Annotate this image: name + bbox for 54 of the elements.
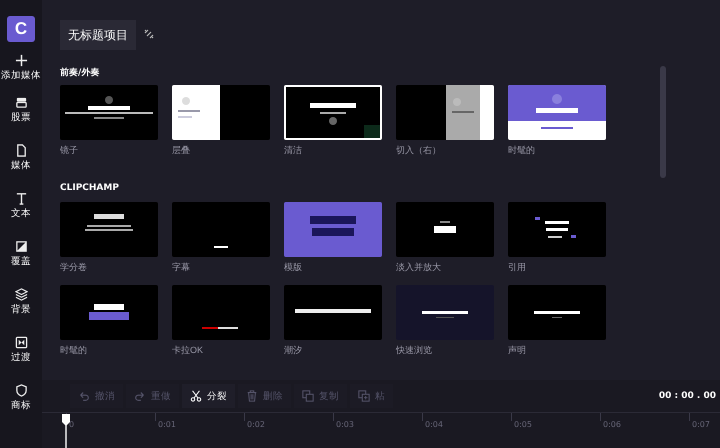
template-label: 清洁 <box>284 144 303 157</box>
plus-icon <box>14 54 28 67</box>
overlay-icon <box>14 240 28 253</box>
template-label: 字幕 <box>172 261 191 274</box>
time-display: 00 : 00 . 00 <box>658 391 717 401</box>
time-tick: 0:01 <box>158 420 176 429</box>
time-tick: 0:02 <box>247 420 265 429</box>
template-label: 切入（右） <box>396 144 442 157</box>
template-label: 层叠 <box>172 144 191 157</box>
copy-icon <box>302 390 314 402</box>
sidebar-item[interactable]: 文本 <box>11 192 31 220</box>
template-label: 卡拉OK <box>172 344 204 357</box>
trash-icon <box>246 390 258 402</box>
redo-icon <box>134 390 146 402</box>
project-title[interactable]: 无标题项目 <box>60 20 136 50</box>
template-label: 学分卷 <box>60 261 88 274</box>
playhead[interactable] <box>61 413 71 448</box>
sidebar-item[interactable]: 媒体 <box>11 144 31 172</box>
template-label: 模版 <box>284 261 303 274</box>
sidebar-item[interactable]: 股票 <box>11 96 31 124</box>
time-tick: 0:05 <box>514 420 532 429</box>
transition-icon <box>14 336 28 349</box>
sidebar-item[interactable]: 商标 <box>11 384 31 412</box>
time-tick: 0:06 <box>603 420 621 429</box>
time-tick: 0:04 <box>425 420 443 429</box>
section-heading: 前奏/外奏 <box>60 66 100 78</box>
template-label: 淡入并放大 <box>396 261 442 274</box>
scissors-icon <box>190 390 202 402</box>
template-label: 镜子 <box>60 144 79 157</box>
sidebar-item[interactable]: 背景 <box>11 288 31 316</box>
layers-icon <box>14 288 28 301</box>
time-tick: 0:07 <box>692 420 710 429</box>
time-tick: 0:03 <box>336 420 354 429</box>
file-icon <box>14 144 28 157</box>
sidebar-item[interactable]: 过渡 <box>11 336 31 364</box>
sidebar-item[interactable]: 覆盖 <box>11 240 31 268</box>
template-label: 声明 <box>508 344 527 357</box>
undo-icon <box>78 390 90 402</box>
section-heading: CLIPCHAMP <box>60 183 120 195</box>
time-tick: 0 <box>69 420 74 429</box>
app-logo[interactable]: C <box>7 16 35 42</box>
scrollbar[interactable] <box>660 66 666 178</box>
shield-icon <box>14 384 28 397</box>
sidebar-item[interactable]: 添加媒体 <box>1 54 41 82</box>
paste-icon <box>358 390 370 402</box>
unlink-icon[interactable] <box>144 29 154 39</box>
template-label: 引用 <box>508 261 527 274</box>
store-icon <box>14 96 28 109</box>
template-label: 时髦的 <box>508 144 536 157</box>
scissors-button[interactable]: 分裂 <box>182 384 235 408</box>
template-label: 快速浏览 <box>396 344 433 357</box>
text-icon <box>14 192 28 205</box>
template-label: 时髦的 <box>60 344 88 357</box>
template-label: 潮汐 <box>284 344 303 357</box>
